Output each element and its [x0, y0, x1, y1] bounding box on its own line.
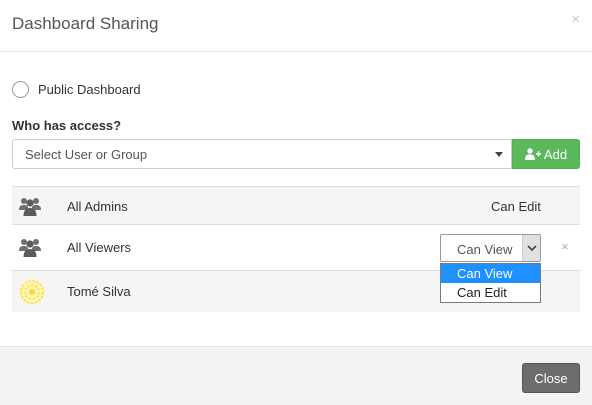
public-dashboard-option[interactable]: Public Dashboard — [12, 80, 141, 98]
dropdown-option-can-edit[interactable]: Can Edit — [441, 283, 540, 302]
access-entry-name: All Admins — [67, 199, 128, 214]
access-entry-name: All Viewers — [67, 240, 132, 255]
permission-select-value: Can View — [457, 242, 513, 257]
caret-down-icon — [495, 152, 503, 157]
access-entry-name: Tomé Silva — [67, 284, 131, 299]
user-group-select[interactable]: Select User or Group — [12, 139, 512, 169]
add-button[interactable]: Add — [512, 139, 580, 169]
modal-footer: Close — [0, 346, 592, 405]
dashboard-sharing-dialog: Dashboard Sharing × Public Dashboard Who… — [0, 0, 592, 405]
permission-select[interactable]: Can View — [440, 234, 541, 262]
modal-header: Dashboard Sharing × — [0, 0, 592, 52]
group-icon — [19, 239, 41, 257]
dropdown-option-can-view[interactable]: Can View — [441, 264, 540, 283]
user-group-select-placeholder: Select User or Group — [25, 147, 148, 162]
permission-dropdown-list: Can View Can Edit — [440, 263, 541, 303]
permission-select-toggle[interactable] — [522, 235, 540, 261]
remove-entry-icon[interactable]: × — [561, 239, 569, 254]
close-icon[interactable]: × — [571, 11, 580, 28]
user-avatar-icon — [19, 279, 45, 305]
user-plus-icon — [524, 148, 541, 160]
close-button[interactable]: Close — [522, 363, 580, 393]
public-dashboard-label: Public Dashboard — [38, 81, 141, 97]
dialog-title: Dashboard Sharing — [12, 14, 159, 33]
public-dashboard-radio[interactable] — [12, 80, 29, 98]
access-row-all-admins: All Admins Can Edit — [12, 186, 580, 224]
group-icon — [19, 198, 41, 216]
who-has-access-heading: Who has access? — [12, 118, 122, 133]
access-entry-permission: Can Edit — [491, 199, 541, 214]
add-button-label: Add — [543, 146, 568, 162]
chevron-down-icon — [527, 245, 537, 252]
